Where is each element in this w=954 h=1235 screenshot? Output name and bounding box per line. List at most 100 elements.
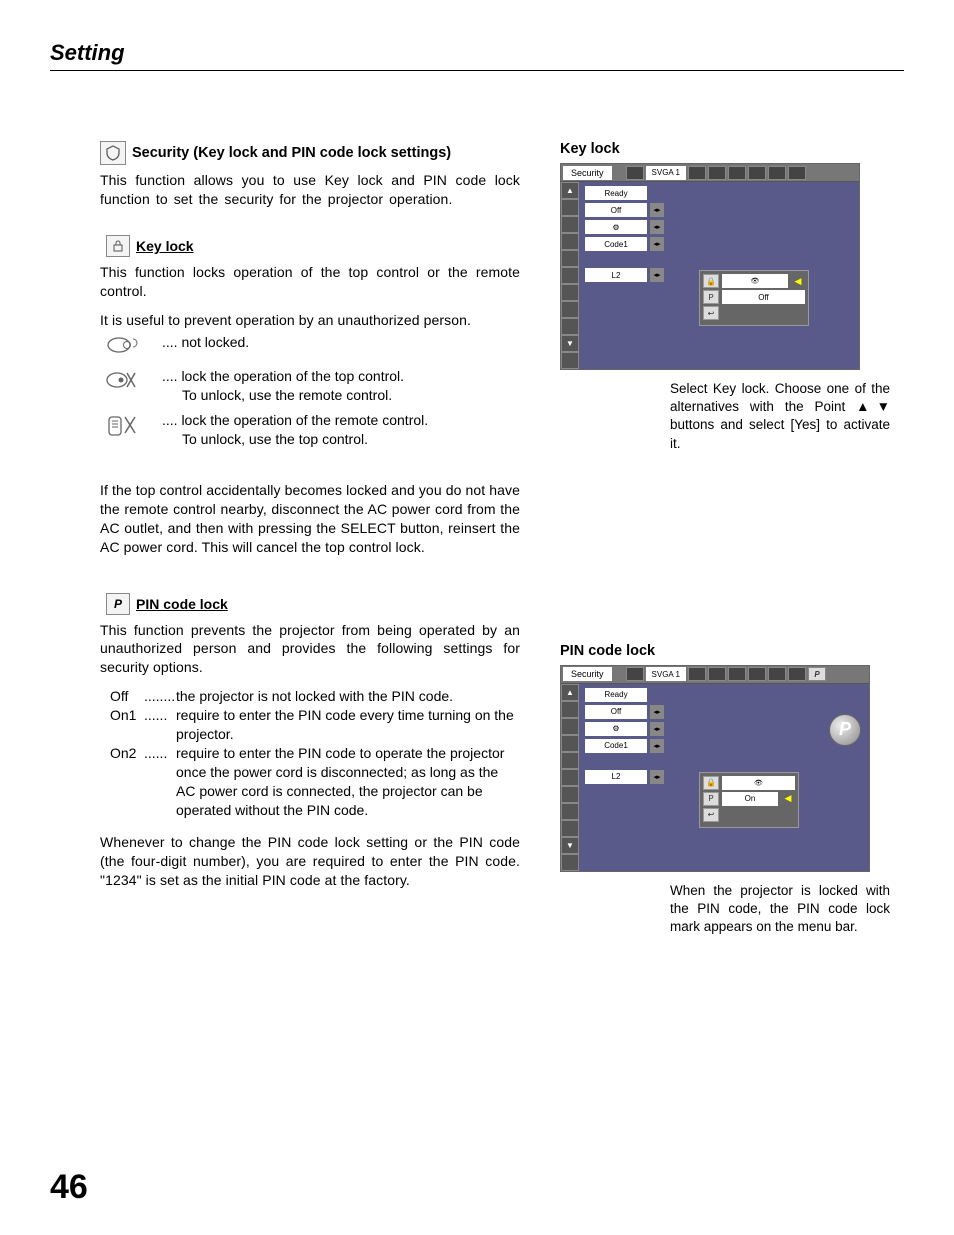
popup-back-icon: ↩ [703,808,719,822]
keylock-opt3a: .... lock the operation of the remote co… [162,412,428,428]
popup-pin-icon: P [703,290,719,304]
osd-row-value: Ready [585,688,647,702]
osd-main-area: Ready Off◂▸ ⚙◂▸ Code1◂▸ L2◂▸ 🔒👁◀ POff ↩ [579,182,859,369]
osd-toolbar-icon [748,667,766,681]
osd-arrow-icon: ◂▸ [650,237,664,251]
osd-mode-label: SVGA 1 [646,166,686,180]
osd-row-value: ⚙ [585,722,647,736]
osd-side-icon [561,284,579,301]
osd-side-icon [561,820,579,837]
page-number: 46 [50,1168,88,1207]
popup-pin-icon: P [703,792,719,806]
keylock-note: If the top control accidentally becomes … [100,481,520,557]
keylock-p1: This function locks operation of the top… [100,263,520,301]
pinlock-off-text: the projector is not locked with the PIN… [176,687,520,706]
keylock-heading-row: Key lock [100,235,520,257]
popup-pinlock-on: On [722,792,778,806]
osd-toolbar-icon [788,667,806,681]
osd-keylock-screenshot: Security SVGA 1 ▲ [560,163,860,370]
osd-toolbar-icon [708,667,726,681]
osd-side-icon [561,786,579,803]
pinlock-heading: PIN code lock [136,596,228,612]
pinlock-off-label: Off [110,687,144,706]
osd-side-icon [561,352,579,369]
keylock-opt-remotecontrol: .... lock the operation of the remote co… [100,411,520,449]
osd-side-icon [561,735,579,752]
osd-row-value: Off [585,203,647,217]
osd-row-value: Ready [585,186,647,200]
unlocked-projector-icon [100,333,144,361]
osd-toolbar-icon [688,667,706,681]
osd-title-tab: Security [563,166,612,180]
osd-row-value: L2 [585,770,647,784]
osd-row-value: L2 [585,268,647,282]
osd-toolbar-icon [768,667,786,681]
osd-side-icon [561,301,579,318]
osd-arrow-icon: ◂▸ [650,739,664,753]
osd-toolbar-icon [688,166,706,180]
osd-keylock-popup: 🔒👁◀ POff ↩ [699,270,809,326]
osd-arrow-icon: ◂▸ [650,705,664,719]
osd-side-icon [561,803,579,820]
osd-down-icon: ▼ [561,837,579,854]
dots: ...... [144,744,176,820]
page-title: Setting [50,40,904,66]
dots: ...... [144,706,176,744]
right-pinlock-heading: PIN code lock [560,643,890,659]
osd-toolbar-icon [748,166,766,180]
pin-lock-badge-icon: P [829,714,861,746]
security-intro: This function allows you to use Key lock… [100,171,520,209]
osd-down-icon: ▼ [561,335,579,352]
keylock-opt-notlocked: .... not locked. [100,333,520,361]
osd-toolbar-icon [708,166,726,180]
osd-mode-label: SVGA 1 [646,667,686,681]
pinlock-on1-text: require to enter the PIN code every time… [176,706,520,744]
osd-toolbar-pin-icon: P [808,667,826,681]
osd-arrow-icon: ◂▸ [650,203,664,217]
keylock-opt2a: .... lock the operation of the top contr… [162,368,404,384]
popup-keylock-off: Off [722,290,805,304]
security-heading: Security (Key lock and PIN code lock set… [132,145,451,161]
locked-topcontrol-icon [100,367,144,397]
security-heading-row: Security (Key lock and PIN code lock set… [100,141,520,165]
keylock-opt3b: To unlock, use the top control. [162,431,368,447]
security-icon [100,141,126,165]
osd-row-value: Code1 [585,739,647,753]
keylock-opt3-text: .... lock the operation of the remote co… [162,411,520,449]
popup-pointer-icon: ◀ [791,274,805,288]
content-area: Security (Key lock and PIN code lock set… [50,141,904,937]
popup-back-icon: ↩ [703,306,719,320]
osd-side-icon [561,318,579,335]
osd-arrow-icon: ◂▸ [650,220,664,234]
osd-side-icon [561,216,579,233]
osd-up-icon: ▲ [561,684,579,701]
osd-sidebar: ▲ ▼ [561,684,579,871]
keylock-opt1-text: .... not locked. [162,333,520,352]
osd-title-tab: Security [563,667,612,681]
pinlock-on2-text: require to enter the PIN code to operate… [176,744,520,820]
keylock-opt2b: To unlock, use the remote control. [162,387,392,403]
pinlock-options: Off ........ the projector is not locked… [100,687,520,819]
keylock-icon [106,235,130,257]
keylock-opt-topcontrol: .... lock the operation of the top contr… [100,367,520,405]
osd-side-icon [561,718,579,735]
osd-sidebar: ▲ ▼ [561,182,579,369]
osd-toolbar-icon [768,166,786,180]
osd-side-icon [561,701,579,718]
osd-row-value: ⚙ [585,220,647,234]
osd-side-icon [561,769,579,786]
osd-toolbar-icon [788,166,806,180]
popup-keylock-value: 👁 [722,274,788,288]
popup-pointer-icon: ◀ [781,792,795,806]
right-column: Key lock Security SVGA 1 ▲ [560,141,890,937]
pinlock-icon: P [106,593,130,615]
title-rule [50,70,904,71]
keylock-opt2-text: .... lock the operation of the top contr… [162,367,520,405]
pinlock-heading-row: P PIN code lock [100,593,520,615]
osd-side-icon [561,854,579,871]
keylock-p2: It is useful to prevent operation by an … [100,311,520,330]
osd-row-value: Code1 [585,237,647,251]
left-column: Security (Key lock and PIN code lock set… [100,141,520,937]
right-keylock-heading: Key lock [560,141,890,157]
popup-lock-icon: 🔒 [703,274,719,288]
